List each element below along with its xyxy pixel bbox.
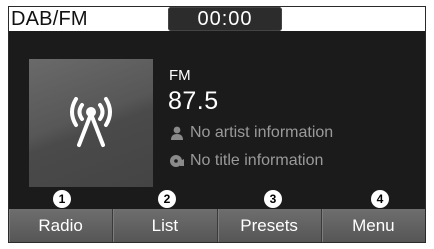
artist-info: No artist information <box>169 122 333 144</box>
softkey-bar: Radio List Presets Menu <box>9 209 425 242</box>
callout-1: 1 <box>53 190 71 208</box>
title-info: No title information <box>169 150 323 172</box>
source-label: DAB/FM <box>11 8 88 30</box>
band-label: FM <box>169 67 191 84</box>
callout-4: 4 <box>371 190 389 208</box>
list-button[interactable]: List <box>113 209 218 242</box>
music-disc-icon <box>170 155 184 167</box>
title-text: No title information <box>190 152 324 169</box>
presets-button[interactable]: Presets <box>218 209 322 242</box>
callout-3: 3 <box>264 190 282 208</box>
frequency: 87.5 <box>168 87 219 115</box>
clock: 00:00 <box>168 7 282 31</box>
radio-button[interactable]: Radio <box>9 209 114 242</box>
album-art <box>29 59 153 187</box>
artist-text: No artist information <box>190 124 334 141</box>
broadcast-antenna-icon <box>70 97 112 147</box>
menu-button[interactable]: Menu <box>322 209 425 242</box>
radio-screen: DAB/FM 00:00 FM 87.5 No artist informati… <box>9 7 425 242</box>
figure-frame: DAB/FM 00:00 FM 87.5 No artist informati… <box>0 0 434 249</box>
status-bar: DAB/FM 00:00 <box>9 7 425 31</box>
person-icon <box>171 126 183 140</box>
callout-2: 2 <box>158 190 176 208</box>
